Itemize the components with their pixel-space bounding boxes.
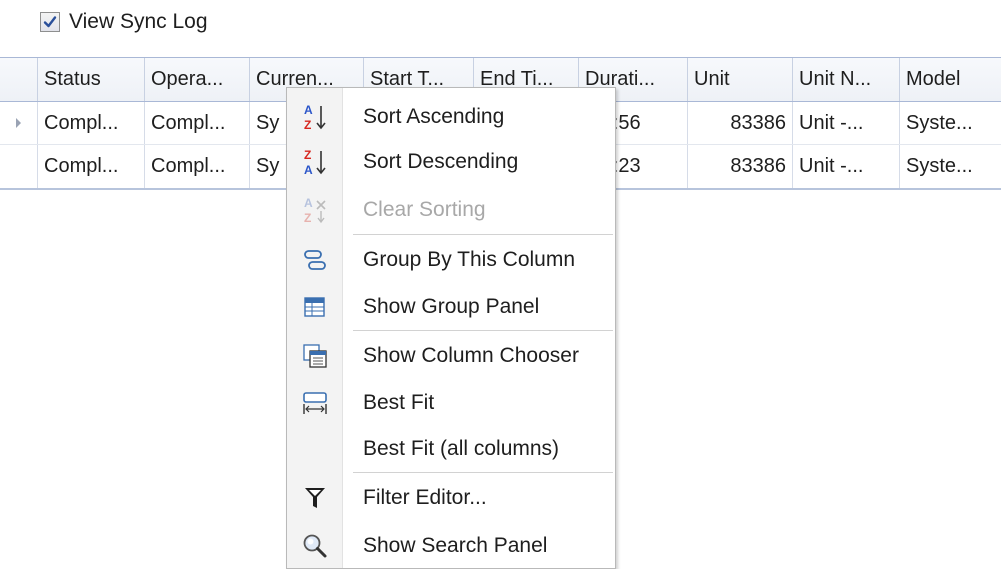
table-cell[interactable]: Compl... (145, 102, 250, 144)
menu-item-sort-descending[interactable]: Z A Sort Descending (287, 140, 615, 184)
menu-item-label: Clear Sorting (363, 198, 486, 221)
menu-item-icon-placeholder (287, 427, 343, 471)
menu-item-group-by-this-column[interactable]: Group By This Column (287, 238, 615, 282)
menu-item-show-search-panel[interactable]: Show Search Panel (287, 524, 615, 568)
menu-item-label: Best Fit (all columns) (363, 437, 560, 460)
menu-item-best-fit[interactable]: Best Fit (287, 381, 615, 425)
column-header-label: Unit N... (799, 68, 872, 90)
menu-separator (353, 330, 613, 331)
menu-item-clear-sorting: A Z Clear Sorting (287, 188, 615, 232)
table-cell[interactable]: Unit -... (793, 145, 900, 188)
menu-item-label: Best Fit (363, 391, 435, 414)
column-header-operation[interactable]: Opera... (145, 58, 250, 101)
table-cell[interactable]: Syste... (900, 102, 1001, 144)
table-cell[interactable]: Compl... (38, 145, 145, 188)
current-row-indicator-icon (16, 118, 21, 128)
row-indicator-cell (0, 145, 38, 188)
svg-text:A: A (304, 163, 313, 177)
menu-item-filter-editor[interactable]: Filter Editor... (287, 476, 615, 520)
column-header-model[interactable]: Model (900, 58, 1001, 101)
table-cell[interactable]: 83386 (688, 145, 793, 188)
clear-sorting-icon: A Z (287, 188, 343, 232)
menu-item-best-fit-all-columns[interactable]: Best Fit (all columns) (287, 427, 615, 471)
column-header-status[interactable]: Status (38, 58, 145, 101)
menu-item-label: Sort Descending (363, 150, 519, 173)
view-sync-log-checkbox[interactable] (40, 12, 60, 32)
sort-ascending-icon: A Z (287, 95, 343, 139)
menu-item-label: Show Search Panel (363, 534, 548, 557)
best-fit-icon (287, 381, 343, 425)
svg-text:Z: Z (304, 148, 311, 162)
column-header-unit-name[interactable]: Unit N... (793, 58, 900, 101)
menu-item-show-group-panel[interactable]: Show Group Panel (287, 285, 615, 329)
column-header-label: Opera... (151, 68, 224, 90)
column-chooser-icon (287, 334, 343, 378)
app-root: View Sync Log Status Opera... Curren... … (0, 0, 1001, 569)
group-by-column-icon (287, 238, 343, 282)
filter-icon (287, 476, 343, 520)
search-icon (287, 524, 343, 568)
sort-descending-icon: Z A (287, 140, 343, 184)
svg-text:A: A (304, 103, 313, 117)
checkmark-icon (43, 16, 57, 28)
table-cell[interactable]: Syste... (900, 145, 1001, 188)
menu-item-show-column-chooser[interactable]: Show Column Chooser (287, 334, 615, 378)
svg-text:A: A (304, 196, 313, 210)
table-cell[interactable]: Compl... (145, 145, 250, 188)
table-cell[interactable]: Unit -... (793, 102, 900, 144)
view-sync-log-label: View Sync Log (69, 10, 208, 33)
column-header-unit[interactable]: Unit (688, 58, 793, 101)
column-context-menu: A Z Sort Ascending Z A Sort Descending A… (286, 87, 616, 569)
column-header-label: Status (44, 68, 101, 90)
menu-item-label: Sort Ascending (363, 105, 505, 128)
menu-item-label: Group By This Column (363, 248, 576, 271)
menu-item-label: Filter Editor... (363, 486, 487, 509)
column-header-label: Model (906, 68, 961, 90)
menu-item-sort-ascending[interactable]: A Z Sort Ascending (287, 95, 615, 139)
group-panel-icon (287, 285, 343, 329)
menu-item-label: Show Group Panel (363, 295, 540, 318)
menu-separator (353, 472, 613, 473)
svg-text:Z: Z (304, 211, 311, 225)
svg-text:Z: Z (304, 118, 311, 132)
view-sync-log-checkbox-row[interactable]: View Sync Log (40, 8, 208, 36)
row-indicator-cell (0, 102, 38, 144)
header-indicator-cell (0, 58, 38, 101)
table-cell[interactable]: Compl... (38, 102, 145, 144)
table-cell[interactable]: 83386 (688, 102, 793, 144)
menu-item-label: Show Column Chooser (363, 344, 579, 367)
column-header-label: Unit (694, 68, 730, 90)
menu-separator (353, 234, 613, 235)
